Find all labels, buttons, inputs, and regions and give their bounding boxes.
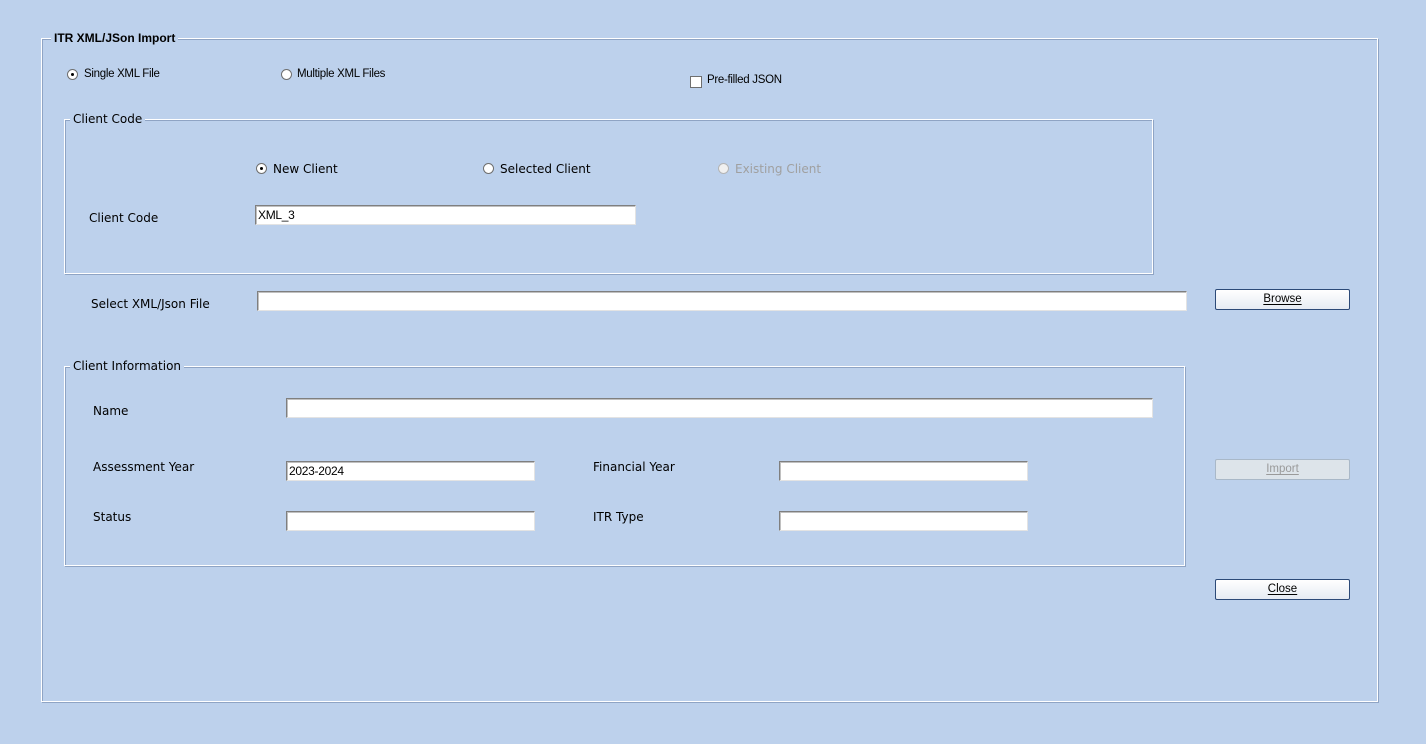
multiple-xml-radio[interactable]	[281, 69, 292, 80]
itr-import-group-title: ITR XML/JSon Import	[51, 31, 179, 45]
client-code-label: Client Code	[89, 211, 159, 225]
assessment-year-label: Assessment Year	[93, 460, 195, 474]
assessment-year-input[interactable]: 2023-2024	[286, 461, 535, 481]
single-xml-radio[interactable]	[67, 69, 78, 80]
new-client-radio[interactable]	[256, 163, 267, 174]
name-label: Name	[93, 404, 129, 418]
existing-client-label: Existing Client	[735, 162, 822, 176]
itr-type-input[interactable]	[779, 511, 1028, 531]
prefilled-json-checkbox[interactable]	[690, 76, 702, 88]
single-xml-label[interactable]: Single XML File	[84, 68, 160, 80]
status-input[interactable]	[286, 511, 535, 531]
select-file-label: Select XML/Json File	[91, 297, 210, 311]
prefilled-json-label[interactable]: Pre-filled JSON	[707, 74, 782, 86]
client-info-group-title: Client Information	[70, 359, 185, 373]
import-button: Import	[1215, 459, 1350, 480]
client-code-groupbox	[64, 119, 1153, 274]
financial-year-label: Financial Year	[593, 460, 675, 474]
new-client-label[interactable]: New Client	[273, 162, 338, 176]
multiple-xml-label[interactable]: Multiple XML Files	[297, 68, 385, 80]
selected-client-label[interactable]: Selected Client	[500, 162, 591, 176]
browse-button[interactable]: Browse	[1215, 289, 1350, 310]
client-code-input[interactable]: XML_3	[255, 205, 636, 225]
selected-client-radio[interactable]	[483, 163, 494, 174]
financial-year-input[interactable]	[779, 461, 1028, 481]
client-code-group-title: Client Code	[70, 112, 146, 126]
close-button[interactable]: Close	[1215, 579, 1350, 600]
status-label: Status	[93, 510, 132, 524]
select-file-input[interactable]	[257, 291, 1187, 311]
itr-type-label: ITR Type	[593, 510, 644, 524]
existing-client-radio	[718, 163, 729, 174]
name-input[interactable]	[286, 398, 1153, 418]
